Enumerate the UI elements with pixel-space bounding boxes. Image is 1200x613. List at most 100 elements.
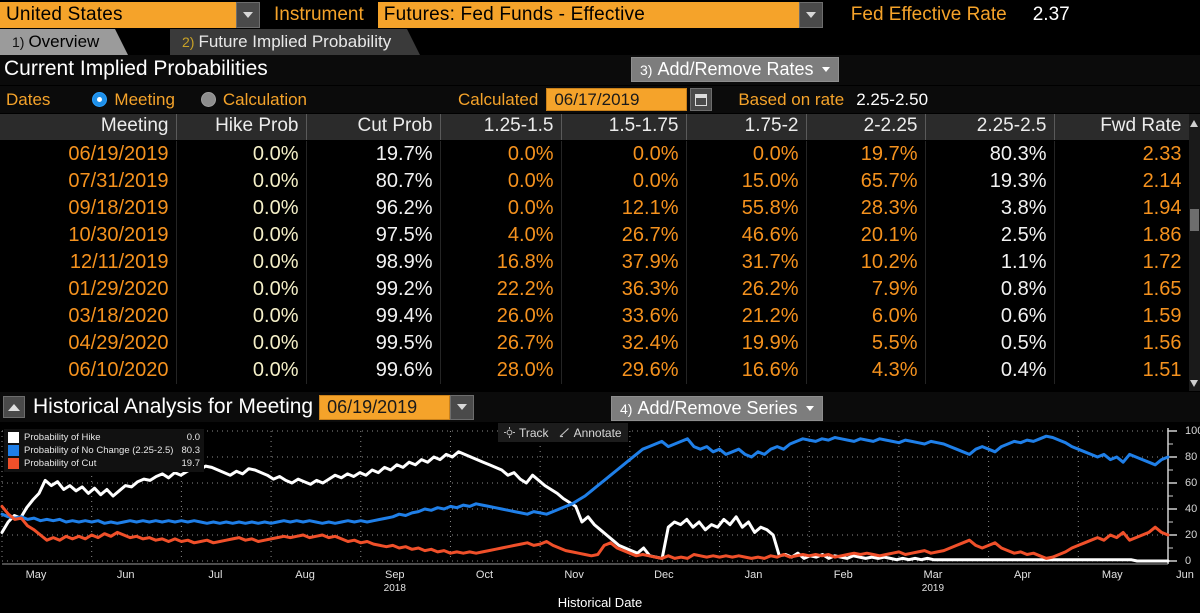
- calendar-icon: [694, 93, 708, 106]
- col-header-225-25[interactable]: 2.25-2.5: [925, 114, 1055, 141]
- cell-2-225: 4.3%: [806, 356, 926, 384]
- table-row[interactable]: 06/19/2019 0.0% 19.7% 0.0% 0.0% 0.0% 19.7% 80.3…: [0, 140, 1190, 168]
- cell-125-15: 22.2%: [440, 275, 562, 303]
- col-header-hike-prob[interactable]: Hike Prob: [176, 114, 307, 141]
- tab-future-implied-probability[interactable]: 2) Future Implied Probability: [170, 29, 421, 55]
- cell-2-225: 28.3%: [806, 194, 926, 222]
- cell-175-2: 26.2%: [686, 275, 807, 303]
- table-row[interactable]: 06/10/2020 0.0% 99.6% 28.0% 29.6% 16.6% 4.3% 0.…: [0, 356, 1190, 384]
- radio-calculation-label: Calculation: [222, 89, 308, 109]
- cell-meeting: 10/30/2019: [0, 221, 177, 249]
- legend-swatch-hike: [8, 432, 19, 443]
- collapse-panel-button[interactable]: [3, 396, 25, 418]
- col-header-meeting[interactable]: Meeting: [0, 114, 177, 141]
- y-tick-label: 20: [1185, 529, 1198, 541]
- legend-item-no-change[interactable]: Probability of No Change (2.25-2.5) 80.3: [8, 444, 200, 457]
- table-row[interactable]: 10/30/2019 0.0% 97.5% 4.0% 26.7% 46.6% 20.1% 2.…: [0, 221, 1190, 249]
- legend-item-cut[interactable]: Probability of Cut 19.7: [8, 457, 200, 470]
- chart-toolbar: Track Annotate: [498, 423, 628, 442]
- col-header-fwd-rate[interactable]: Fwd Rate: [1054, 114, 1190, 141]
- cell-225-25: 19.3%: [925, 167, 1055, 195]
- cell-2-225: 20.1%: [806, 221, 926, 249]
- country-dropdown-button[interactable]: [236, 1, 260, 28]
- historical-meeting-date-input[interactable]: 06/19/2019: [319, 394, 451, 420]
- cell-175-2: 31.7%: [686, 248, 807, 276]
- add-remove-series-label: Add/Remove Series: [637, 398, 798, 418]
- col-header-cut-prob[interactable]: Cut Prob: [306, 114, 441, 141]
- cell-cut-prob: 96.2%: [306, 194, 441, 222]
- cell-fwd-rate: 1.56: [1054, 329, 1190, 357]
- cell-15-175: 37.9%: [561, 248, 687, 276]
- table-row[interactable]: 01/29/2020 0.0% 99.2% 22.2% 36.3% 26.2% 7.9% 0.…: [0, 275, 1190, 303]
- cell-175-2: 15.0%: [686, 167, 807, 195]
- cell-225-25: 0.6%: [925, 302, 1055, 330]
- calculated-date-input[interactable]: 06/17/2019: [546, 88, 688, 111]
- cell-175-2: 21.2%: [686, 302, 807, 330]
- tab-future-number: 2): [182, 34, 195, 50]
- table-row[interactable]: 09/18/2019 0.0% 96.2% 0.0% 12.1% 55.8% 28.3% 3.…: [0, 194, 1190, 222]
- table-row[interactable]: 12/11/2019 0.0% 98.9% 16.8% 37.9% 31.7% 10.2% 1…: [0, 248, 1190, 276]
- y-tick-label: 0: [1185, 555, 1192, 567]
- table-row[interactable]: 04/29/2020 0.0% 99.5% 26.7% 32.4% 19.9% 5.5% 0.…: [0, 329, 1190, 357]
- x-tick-label: Jun: [116, 569, 135, 581]
- col-header-15-175[interactable]: 1.5-1.75: [561, 114, 687, 141]
- cell-cut-prob: 80.7%: [306, 167, 441, 195]
- col-header-175-2[interactable]: 1.75-2: [686, 114, 807, 141]
- radio-meeting[interactable]: Meeting: [92, 90, 175, 110]
- x-tick-label: Mar: [923, 569, 943, 581]
- page-title: Current Implied Probabilities: [4, 57, 268, 80]
- chevron-down-icon: [457, 404, 468, 410]
- annotate-tool[interactable]: Annotate: [559, 426, 622, 440]
- cell-cut-prob: 99.5%: [306, 329, 441, 357]
- scroll-up-arrow-icon[interactable]: [1190, 120, 1198, 127]
- table-scrollbar[interactable]: [1189, 114, 1200, 391]
- legend-value-hike: 0.0: [186, 432, 200, 443]
- cell-15-175: 29.6%: [561, 356, 687, 384]
- country-field[interactable]: United States: [0, 1, 236, 28]
- cell-125-15: 0.0%: [440, 167, 562, 195]
- col-header-2-225[interactable]: 2-2.25: [806, 114, 926, 141]
- cell-175-2: 0.0%: [686, 140, 807, 168]
- cell-125-15: 26.0%: [440, 302, 562, 330]
- instrument-label: Instrument: [274, 3, 364, 25]
- add-remove-rates-number: 3): [640, 61, 653, 78]
- cell-hike-prob: 0.0%: [176, 221, 307, 249]
- historical-meeting-dropdown-button[interactable]: [450, 394, 475, 420]
- cell-15-175: 0.0%: [561, 140, 687, 168]
- cell-meeting: 03/18/2020: [0, 302, 177, 330]
- cell-meeting: 12/11/2019: [0, 248, 177, 276]
- scrollbar-thumb[interactable]: [1190, 209, 1199, 231]
- instrument-dropdown-button[interactable]: [798, 1, 823, 28]
- scroll-down-arrow-icon[interactable]: [1190, 380, 1198, 387]
- cell-125-15: 16.8%: [440, 248, 562, 276]
- tab-overview[interactable]: 1) Overview: [0, 29, 129, 55]
- cell-15-175: 26.7%: [561, 221, 687, 249]
- cell-2-225: 7.9%: [806, 275, 926, 303]
- cell-meeting: 07/31/2019: [0, 167, 177, 195]
- calendar-button[interactable]: [690, 88, 713, 111]
- cell-cut-prob: 97.5%: [306, 221, 441, 249]
- cell-225-25: 0.5%: [925, 329, 1055, 357]
- add-remove-series-button[interactable]: 4) Add/Remove Series: [611, 396, 823, 421]
- cell-225-25: 3.8%: [925, 194, 1055, 222]
- track-tool[interactable]: Track: [504, 426, 549, 440]
- cell-fwd-rate: 1.72: [1054, 248, 1190, 276]
- add-remove-rates-button[interactable]: 3) Add/Remove Rates: [631, 57, 839, 82]
- radio-meeting-icon[interactable]: [92, 92, 108, 107]
- series-line-2: [0, 504, 1170, 560]
- cell-125-15: 28.0%: [440, 356, 562, 384]
- cell-cut-prob: 19.7%: [306, 140, 441, 168]
- cell-hike-prob: 0.0%: [176, 302, 307, 330]
- table-row[interactable]: 07/31/2019 0.0% 80.7% 0.0% 0.0% 15.0% 65.7% 19.…: [0, 167, 1190, 195]
- legend-item-hike[interactable]: Probability of Hike 0.0: [8, 431, 200, 444]
- cell-225-25: 0.8%: [925, 275, 1055, 303]
- radio-calculation-icon[interactable]: [200, 92, 216, 107]
- instrument-value: Futures: Fed Funds - Effective: [383, 3, 645, 25]
- cell-175-2: 46.6%: [686, 221, 807, 249]
- cell-2-225: 10.2%: [806, 248, 926, 276]
- instrument-field[interactable]: Futures: Fed Funds - Effective: [377, 1, 799, 28]
- radio-calculation[interactable]: Calculation: [200, 89, 308, 110]
- table-row[interactable]: 03/18/2020 0.0% 99.4% 26.0% 33.6% 21.2% 6.0% 0.…: [0, 302, 1190, 330]
- cell-fwd-rate: 2.14: [1054, 167, 1190, 195]
- col-header-125-15[interactable]: 1.25-1.5: [440, 114, 562, 141]
